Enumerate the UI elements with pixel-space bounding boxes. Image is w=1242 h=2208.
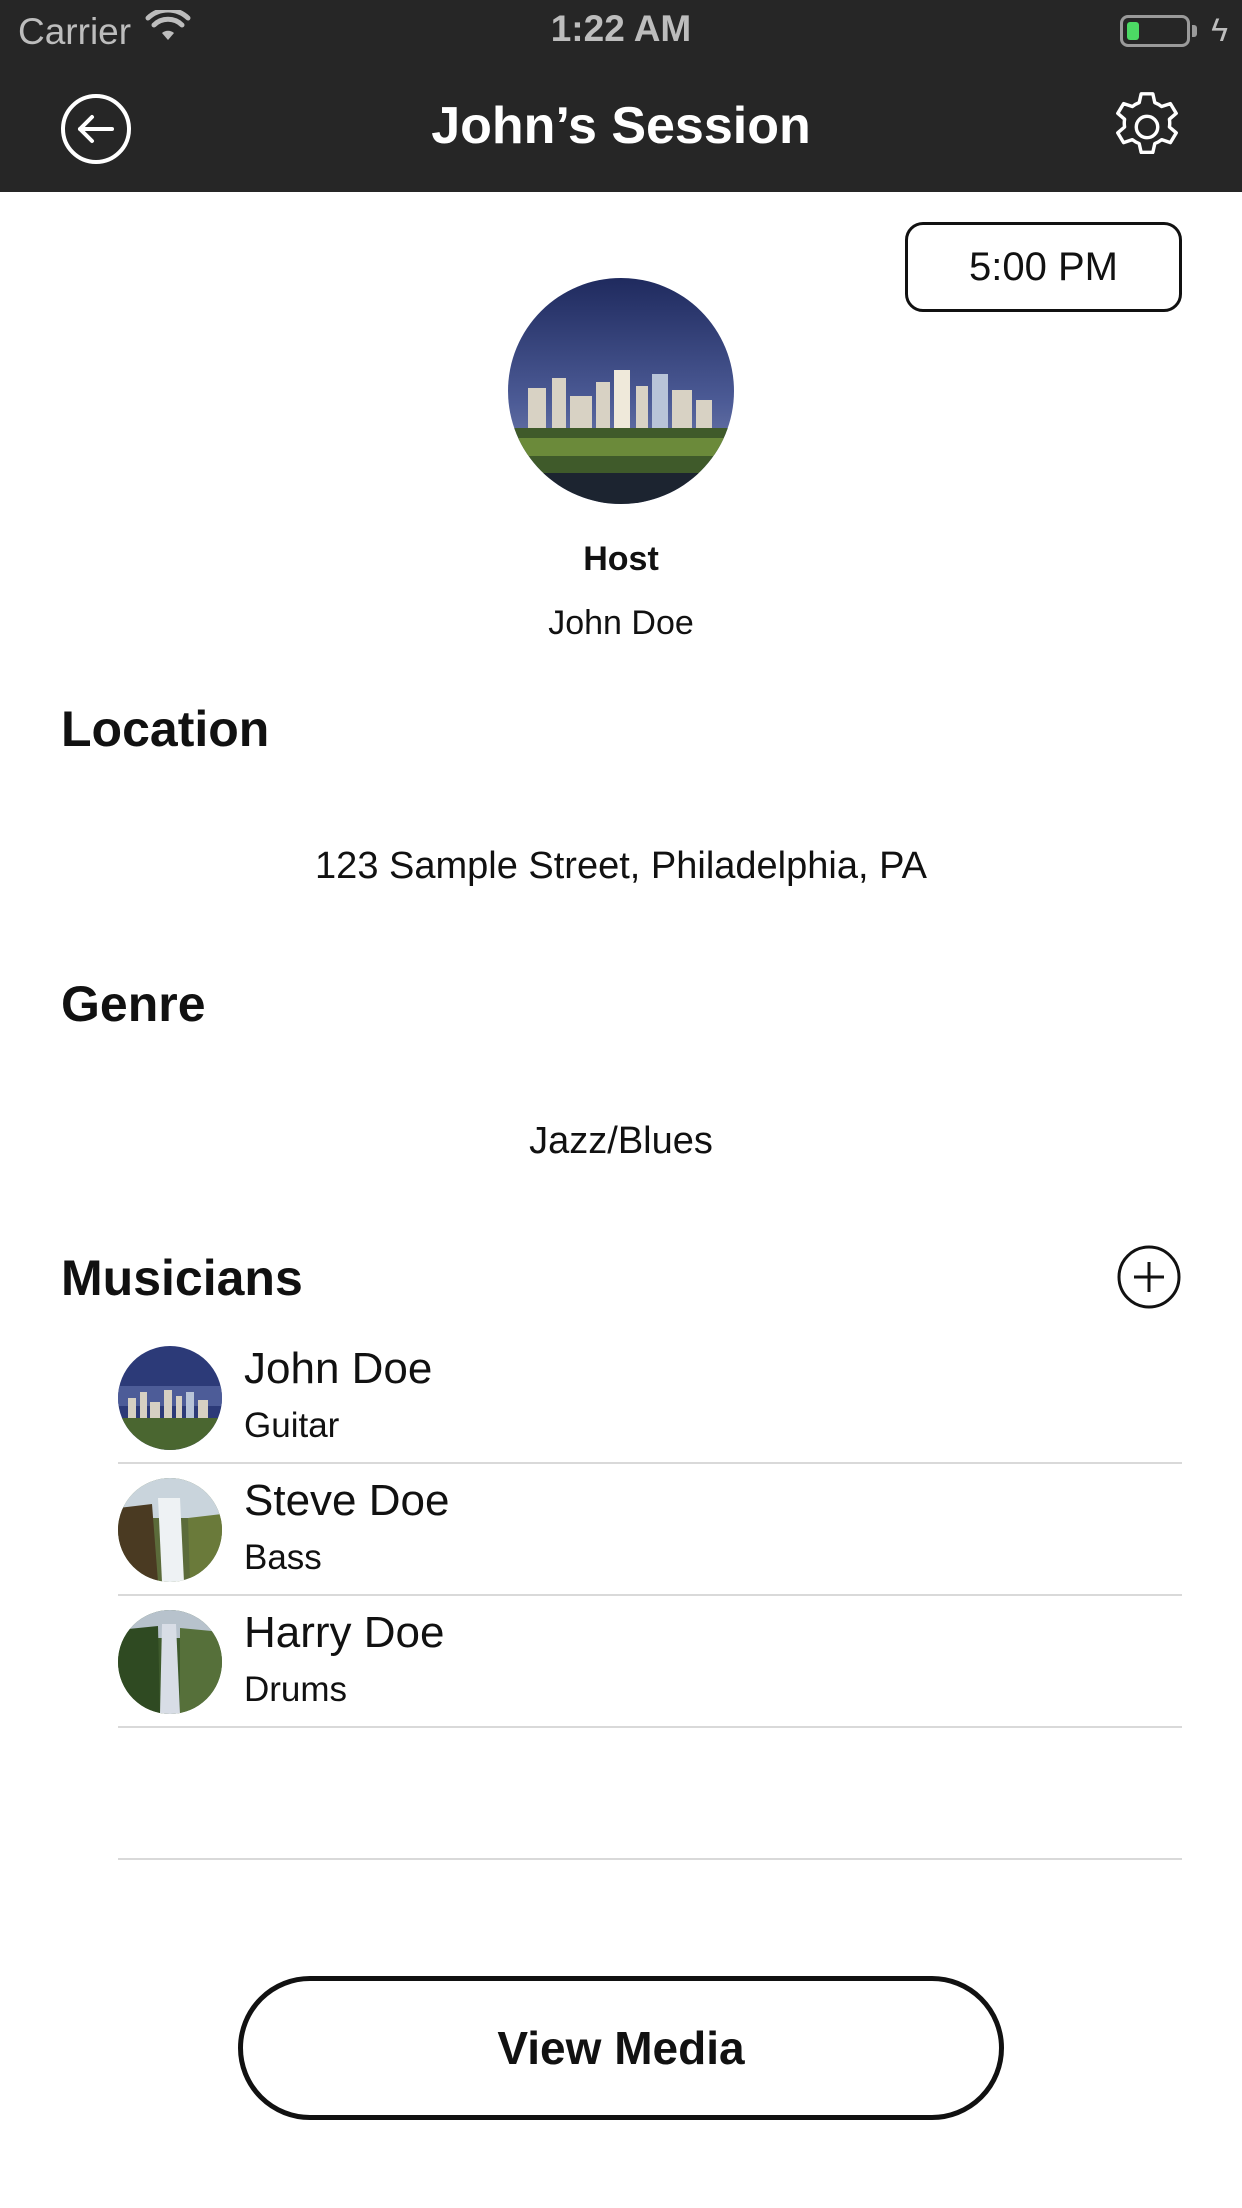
musician-instrument: Bass xyxy=(244,1538,322,1577)
gear-icon xyxy=(1116,92,1178,155)
musician-instrument: Guitar xyxy=(244,1406,340,1445)
session-time-button[interactable]: 5:00 PM xyxy=(905,222,1182,312)
musician-row[interactable]: Steve Doe Bass xyxy=(118,1464,1182,1596)
location-heading: Location xyxy=(61,701,270,757)
battery-icon xyxy=(1120,14,1191,47)
battery-level xyxy=(1127,21,1140,40)
empty-list-row xyxy=(118,1728,1182,1860)
musician-name: John Doe xyxy=(244,1344,433,1393)
host-label: Host xyxy=(583,540,659,578)
settings-button[interactable] xyxy=(1108,88,1186,166)
battery-indicator: ϟ xyxy=(1120,12,1228,49)
plus-circle-icon xyxy=(1117,1245,1181,1309)
musician-avatar xyxy=(118,1610,222,1714)
musician-instrument: Drums xyxy=(244,1670,348,1709)
musician-avatar xyxy=(118,1346,222,1450)
musician-row[interactable]: John Doe Guitar xyxy=(118,1332,1182,1464)
navigation-bar: Carrier 1:22 AM ϟ John’s Session xyxy=(0,0,1242,192)
genre-value: Jazz/Blues xyxy=(529,1120,713,1162)
view-media-button[interactable]: View Media xyxy=(238,1976,1004,2120)
battery-tip xyxy=(1192,24,1198,37)
musician-avatar xyxy=(118,1478,222,1582)
musician-name: Harry Doe xyxy=(244,1608,445,1657)
musician-name: Steve Doe xyxy=(244,1476,450,1525)
add-musician-button[interactable] xyxy=(1116,1244,1182,1310)
genre-heading: Genre xyxy=(61,976,206,1032)
musicians-heading: Musicians xyxy=(61,1250,303,1306)
bolt-icon: ϟ xyxy=(1211,12,1228,48)
host-avatar xyxy=(508,278,734,504)
status-time: 1:22 AM xyxy=(550,8,692,49)
host-name: John Doe xyxy=(548,604,694,642)
page-title: John’s Session xyxy=(431,97,811,155)
musician-row[interactable]: Harry Doe Drums xyxy=(118,1596,1182,1728)
location-value: 123 Sample Street, Philadelphia, PA xyxy=(315,845,927,887)
